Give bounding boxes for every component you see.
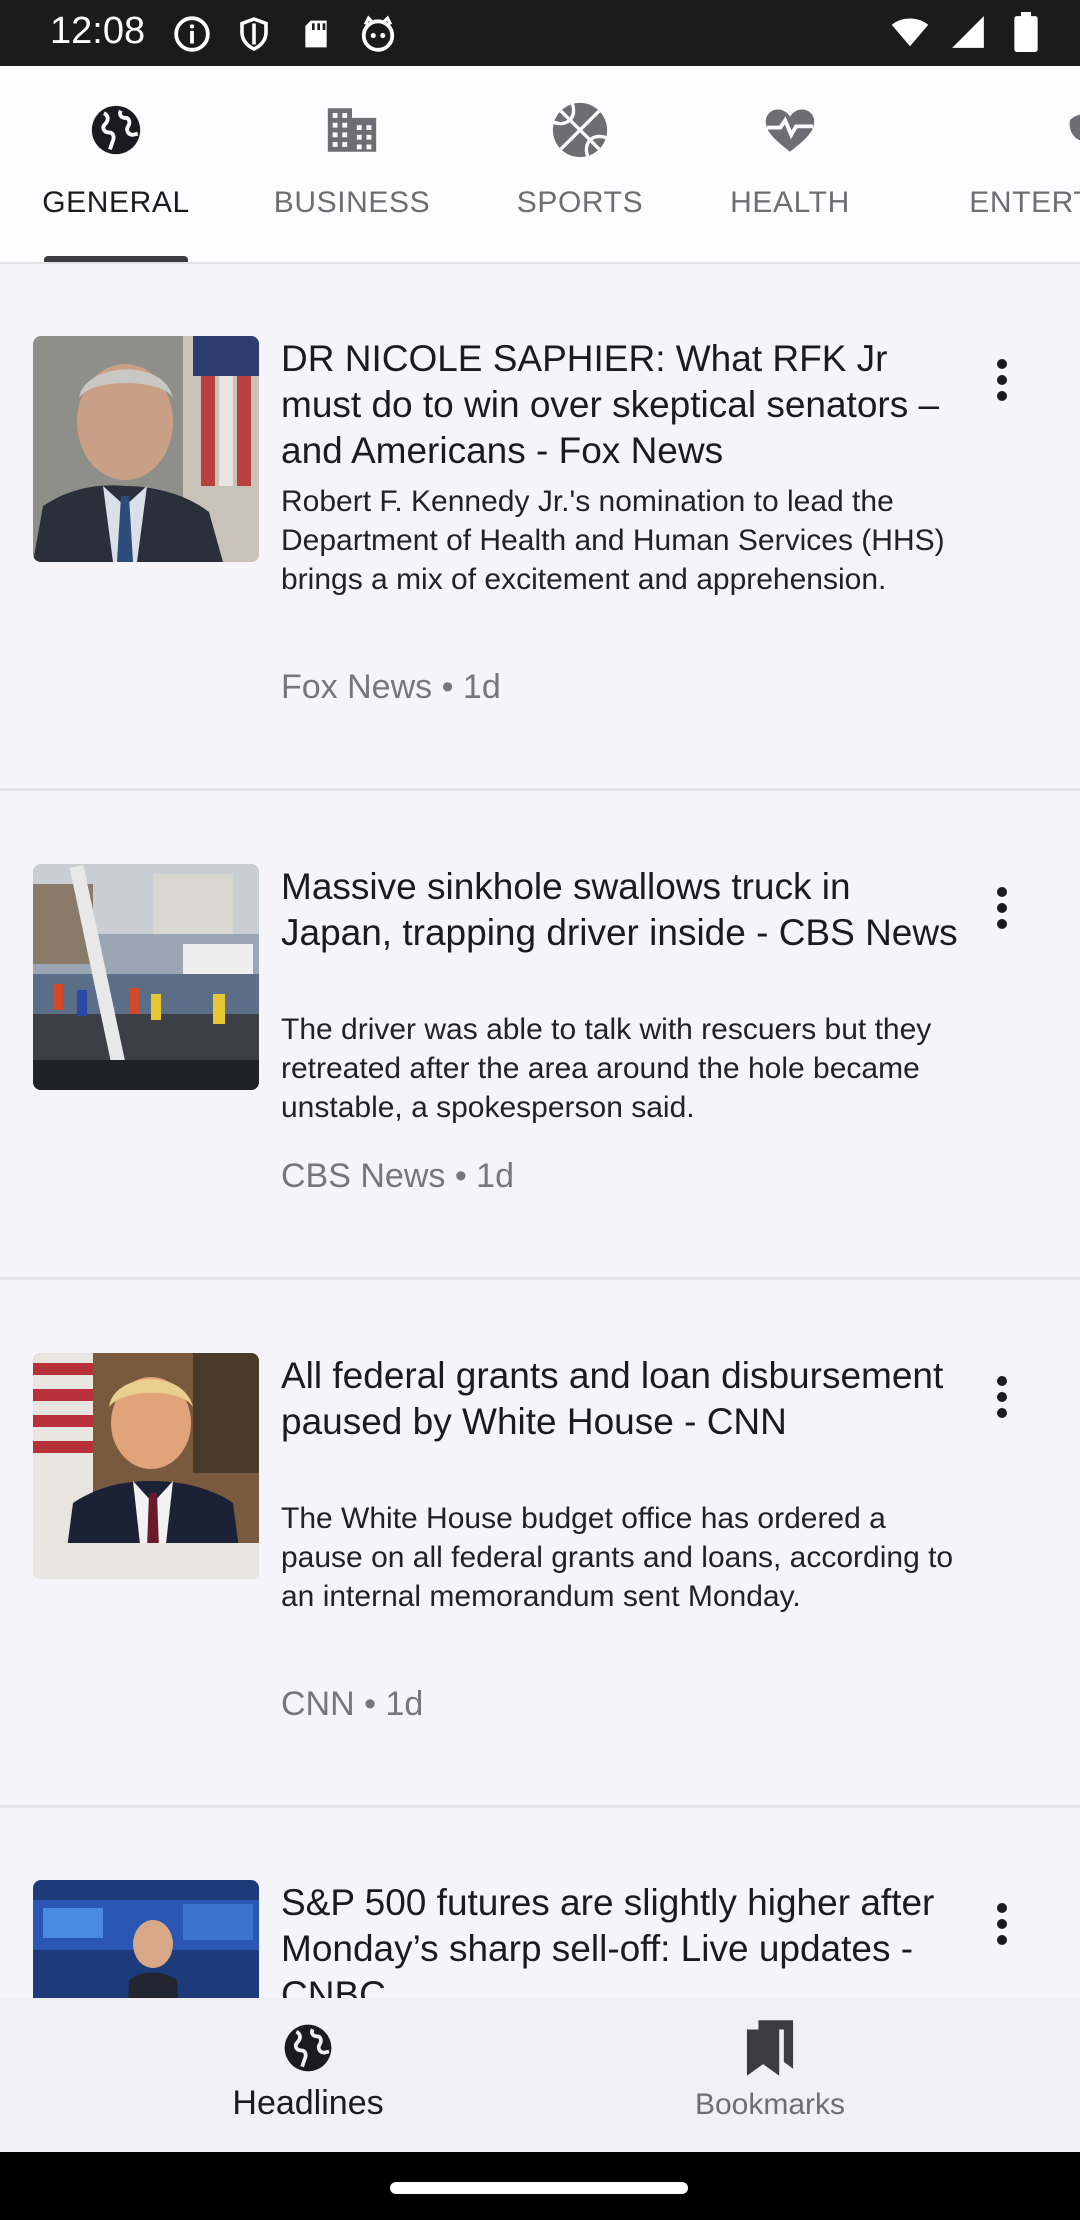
article-title[interactable]: DR NICOLE SAPHIER: What RFK Jr must do t… [281,336,961,474]
article-source: CNN • 1d [281,1685,424,1723]
home-gesture-handle[interactable] [390,2182,688,2194]
article-title[interactable]: Massive sinkhole swallows truck in Japan… [281,864,961,956]
article-card[interactable]: All federal grants and loan disbursement… [0,1280,1080,1808]
sd-card-icon [296,14,336,54]
more-options-button[interactable] [972,1888,1032,1960]
article-title[interactable]: S&P 500 futures are slightly higher afte… [281,1880,961,1998]
article-source: CBS News • 1d [281,1157,514,1195]
article-card[interactable]: Massive sinkhole swallows truck in Japan… [0,791,1080,1280]
nav-bookmarks[interactable]: Bookmarks [670,1998,870,2152]
globe-icon [84,98,148,162]
article-description: The White House budget office has ordere… [281,1502,954,1613]
wifi-icon [890,12,930,52]
tab-label: SPORTS [516,186,644,219]
info-icon [172,14,212,54]
nav-label: Bookmarks [694,2088,846,2121]
article-source: Fox News • 1d [281,668,501,706]
shield-icon [234,14,274,54]
cellular-signal-icon [948,12,988,52]
more-options-button[interactable] [972,344,1032,416]
category-tabs: GENERAL BUSINESS SPORTS HEALTH ENTERTA [0,66,1080,264]
more-options-button[interactable] [972,872,1032,944]
tab-sports[interactable]: SPORTS [512,66,648,262]
status-bar: 12:08 [0,0,1080,66]
nav-headlines[interactable]: Headlines [208,1998,408,2152]
article-description: Robert F. Kennedy Jr.'s nomination to le… [281,485,945,596]
globe-icon [278,2018,338,2078]
article-thumbnail[interactable] [33,864,259,1090]
tab-label: HEALTH [730,186,850,219]
battery-icon [1006,12,1046,52]
more-options-button[interactable] [972,1361,1032,1433]
tab-business[interactable]: BUSINESS [262,66,442,262]
tab-entertainment[interactable]: ENTERTA [940,66,1080,262]
system-gesture-bar [0,2152,1080,2220]
cat-face-icon [358,14,398,54]
article-thumbnail[interactable] [33,1880,259,1998]
theater-mask-icon [1063,98,1080,162]
article-description: The driver was able to talk with rescuer… [281,1013,932,1124]
tab-general[interactable]: GENERAL [42,66,190,262]
nav-label: Headlines [232,2084,384,2122]
article-thumbnail[interactable] [33,336,259,562]
bookmarks-icon [740,2018,800,2078]
tab-health[interactable]: HEALTH [718,66,862,262]
news-feed[interactable]: DR NICOLE SAPHIER: What RFK Jr must do t… [0,264,1080,1998]
article-card[interactable]: S&P 500 futures are slightly higher afte… [0,1808,1080,1998]
building-icon [320,98,384,162]
tab-label: ENTERTA [969,186,1080,219]
tab-label: BUSINESS [273,186,431,219]
status-time: 12:08 [50,10,146,52]
active-tab-indicator [44,256,188,262]
heart-pulse-icon [758,98,822,162]
article-card[interactable]: DR NICOLE SAPHIER: What RFK Jr must do t… [0,264,1080,791]
article-title[interactable]: All federal grants and loan disbursement… [281,1353,961,1445]
article-thumbnail[interactable] [33,1353,259,1579]
tab-label: GENERAL [42,186,190,219]
basketball-icon [548,98,612,162]
bottom-navigation: Headlines Bookmarks [0,1998,1080,2152]
